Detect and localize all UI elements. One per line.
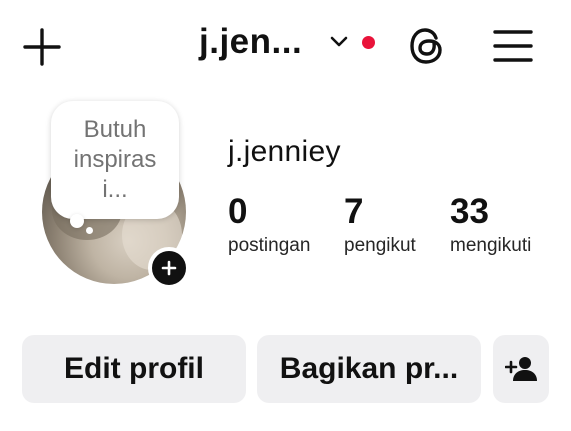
menu-icon [493, 30, 533, 62]
note-bubble[interactable]: Butuh inspiras i... [51, 101, 179, 219]
share-profile-button[interactable]: Bagikan pr... [257, 335, 481, 403]
edit-profile-button[interactable]: Edit profil [22, 335, 246, 403]
stat-label: postingan [228, 235, 311, 256]
stat-following[interactable]: 33 mengikuti [450, 193, 531, 257]
stat-label: pengikut [344, 235, 416, 256]
account-switcher[interactable]: j.jen... [199, 22, 376, 62]
plus-icon [23, 28, 61, 66]
username-title: j.jen... [199, 22, 303, 61]
note-tail-dot-small [86, 227, 93, 234]
add-story-button[interactable] [148, 247, 190, 289]
stat-posts[interactable]: 0 postingan [228, 193, 310, 257]
display-name: j.jenniey [228, 135, 341, 168]
create-button[interactable] [22, 27, 62, 67]
plus-icon [161, 260, 177, 276]
stat-label: mengikuti [450, 235, 532, 256]
note-text: Butuh inspiras i... [73, 116, 157, 203]
stat-followers[interactable]: 7 pengikut [344, 193, 416, 257]
top-bar: j.jen... [0, 0, 571, 92]
menu-button[interactable] [493, 29, 533, 63]
chevron-down-icon [330, 36, 348, 47]
stat-value: 33 [450, 192, 489, 231]
threads-icon [410, 28, 442, 64]
threads-button[interactable] [408, 26, 446, 66]
add-user-icon [505, 357, 537, 381]
note-tail-dot [70, 214, 84, 228]
stat-value: 0 [228, 192, 248, 231]
notification-dot [362, 35, 376, 49]
discover-people-button[interactable] [493, 335, 549, 403]
stat-value: 7 [344, 192, 364, 231]
